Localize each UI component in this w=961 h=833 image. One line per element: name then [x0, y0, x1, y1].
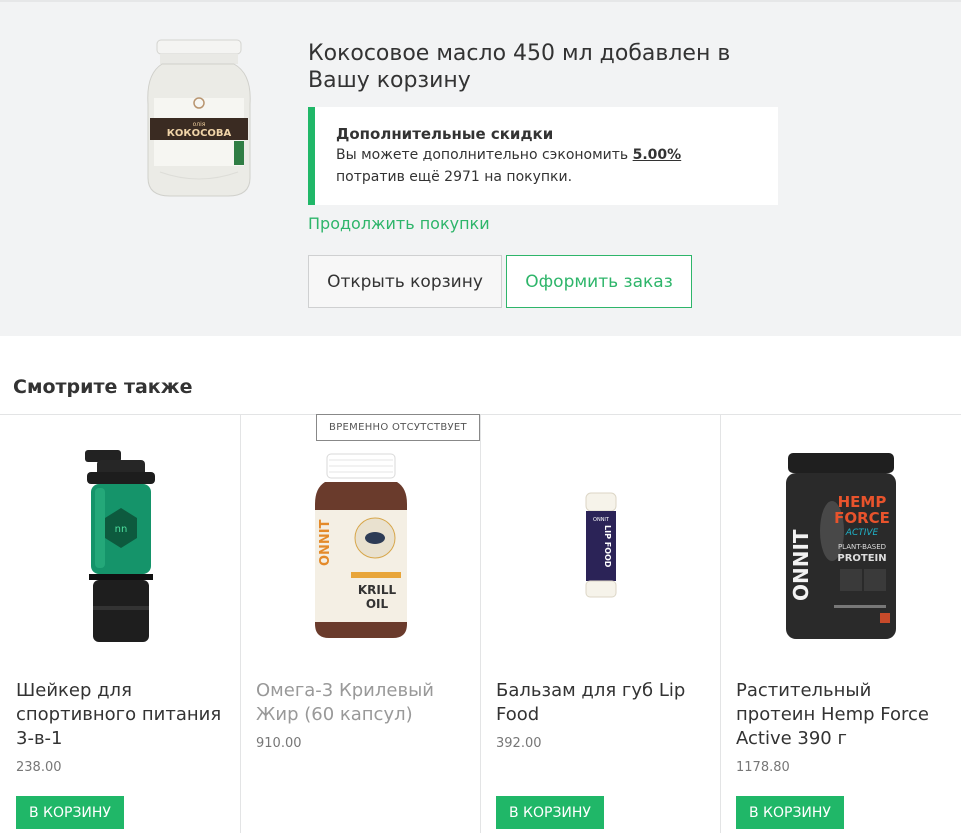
checkout-button[interactable]: Оформить заказ — [506, 255, 692, 308]
product-name[interactable]: Омега-3 Крилевый Жир (60 капсул) — [256, 679, 470, 727]
svg-text:nn: nn — [114, 524, 127, 535]
discount-text-before: Вы можете дополнительно сэкономить — [336, 147, 633, 163]
open-cart-button[interactable]: Открыть корзину — [308, 255, 502, 308]
product-image-lip-balm[interactable]: ONNIT LIP FOOD — [480, 435, 721, 657]
product-name[interactable]: Бальзам для губ Lip Food — [496, 679, 710, 727]
discount-notice: Дополнительные скидки Вы можете дополнит… — [308, 107, 778, 205]
discount-percent: 5.00% — [632, 147, 682, 163]
product-image-hemp-protein[interactable]: ONNIT HEMP FORCE ACTIVE PLANT-BASED PROT… — [720, 435, 961, 657]
discount-text: Вы можете дополнительно сэкономить 5.00%… — [336, 144, 778, 188]
added-product-image: олія КОКОСОВА — [140, 38, 256, 200]
see-also-heading: Смотрите также — [13, 376, 193, 398]
add-to-cart-button[interactable]: В КОРЗИНУ — [16, 796, 124, 829]
product-card[interactable]: ONNIT LIP FOOD Бальзам для губ Lip Food … — [480, 415, 721, 833]
product-card[interactable]: ONNIT HEMP FORCE ACTIVE PLANT-BASED PROT… — [720, 415, 961, 833]
out-of-stock-badge: ВРЕМЕННО ОТСУТСТВУЕТ — [316, 414, 480, 441]
add-to-cart-button[interactable]: В КОРЗИНУ — [496, 796, 604, 829]
svg-text:PROTEIN: PROTEIN — [837, 553, 886, 564]
discount-text-after: потратив ещё 2971 на покупки. — [336, 169, 573, 185]
added-to-cart-message: Кокосовое масло 450 мл добавлен в Вашу к… — [308, 41, 731, 93]
product-price: 1178.80 — [736, 760, 790, 775]
product-name[interactable]: Шейкер для спортивного питания 3-в-1 — [16, 679, 230, 751]
product-price: 238.00 — [16, 760, 62, 775]
svg-text:КОКОСОВА: КОКОСОВА — [167, 128, 232, 139]
product-name[interactable]: Растительный протеин Hemp Force Active 3… — [736, 679, 950, 751]
discount-title: Дополнительные скидки — [336, 125, 554, 143]
product-card[interactable]: nn Шейкер для спортивного питания 3-в-1 … — [0, 415, 241, 833]
svg-text:FORCE: FORCE — [834, 509, 890, 527]
add-to-cart-button[interactable]: В КОРЗИНУ — [736, 796, 844, 829]
svg-text:KRILL: KRILL — [357, 583, 396, 597]
svg-text:ONNIT: ONNIT — [318, 519, 333, 566]
product-price: 910.00 — [256, 736, 302, 751]
svg-text:OIL: OIL — [365, 597, 388, 611]
product-card[interactable]: ONNIT KRILL OIL Омега-3 Крилевый Жир (60… — [240, 415, 481, 833]
continue-shopping-link[interactable]: Продолжить покупки — [308, 214, 490, 233]
svg-text:PLANT-BASED: PLANT-BASED — [837, 543, 885, 551]
product-image-krill-oil[interactable]: ONNIT KRILL OIL — [240, 435, 481, 657]
svg-text:ONNIT: ONNIT — [789, 529, 813, 601]
product-price: 392.00 — [496, 736, 542, 751]
svg-text:ONNIT: ONNIT — [593, 517, 610, 523]
svg-text:ACTIVE: ACTIVE — [844, 528, 878, 538]
product-image-shaker[interactable]: nn — [0, 435, 241, 657]
svg-text:LIP FOOD: LIP FOOD — [603, 525, 612, 568]
related-products: nn Шейкер для спортивного питания 3-в-1 … — [0, 414, 961, 833]
svg-text:олія: олія — [193, 121, 206, 128]
